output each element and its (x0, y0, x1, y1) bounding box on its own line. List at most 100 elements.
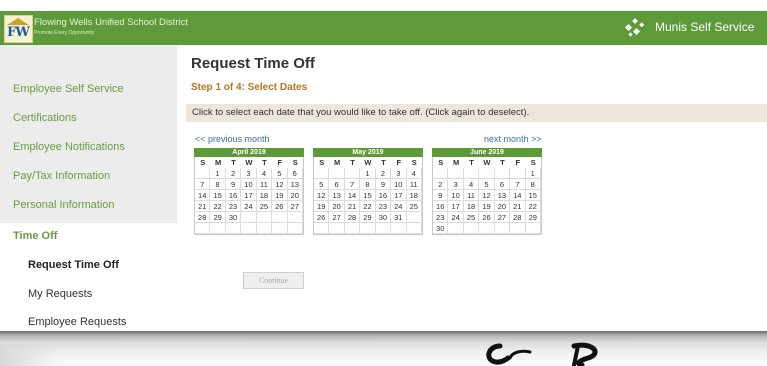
calendar-day-cell[interactable]: 21 (510, 201, 526, 212)
continue-button[interactable]: Continue (243, 272, 304, 289)
calendar-day-cell[interactable]: 4 (463, 179, 480, 190)
calendar-day-cell[interactable]: 14 (195, 190, 211, 201)
calendar-day-cell[interactable]: 5 (272, 168, 288, 179)
calendar-day-cell[interactable]: 18 (406, 190, 422, 201)
calendar-day-cell[interactable]: 12 (314, 190, 330, 201)
calendar-day-cell[interactable]: 28 (344, 212, 361, 223)
calendar-day-cell[interactable]: 8 (525, 179, 541, 190)
calendar-day-cell[interactable]: 22 (525, 201, 541, 212)
calendar-day-cell[interactable]: 9 (225, 179, 242, 190)
calendar-day-cell[interactable]: 28 (195, 212, 211, 223)
calendar-day-cell[interactable]: 6 (329, 179, 345, 190)
calendar-day-cell[interactable]: 2 (433, 179, 449, 190)
calendar-day-cell[interactable]: 2 (225, 168, 242, 179)
calendar-day-cell[interactable]: 30 (433, 223, 449, 234)
calendar-day-cell[interactable]: 27 (494, 212, 511, 223)
calendar-day-cell[interactable]: 7 (344, 179, 361, 190)
calendar-day-cell[interactable]: 8 (210, 179, 226, 190)
calendar-day-cell[interactable]: 5 (479, 179, 495, 190)
calendar-day-cell[interactable]: 17 (391, 190, 407, 201)
calendar-day-cell[interactable]: 12 (479, 190, 495, 201)
calendar-day-cell[interactable]: 15 (525, 190, 541, 201)
calendar-day-cell[interactable]: 21 (195, 201, 211, 212)
district-logo[interactable]: FW (4, 15, 33, 43)
calendar-day-cell[interactable]: 19 (272, 190, 288, 201)
calendar-day-cell[interactable]: 23 (225, 201, 242, 212)
next-month-link[interactable]: next month >> (484, 134, 542, 144)
calendar-day-cell[interactable]: 19 (314, 201, 330, 212)
calendar-day-cell[interactable]: 6 (494, 179, 511, 190)
calendar-day-cell[interactable]: 26 (314, 212, 330, 223)
calendar-day-cell[interactable]: 16 (225, 190, 242, 201)
calendar-day-cell[interactable]: 30 (375, 212, 392, 223)
calendar-day-cell[interactable]: 3 (391, 168, 407, 179)
calendar-day-cell[interactable]: 23 (433, 212, 449, 223)
calendar-day-cell[interactable]: 24 (241, 201, 257, 212)
calendar-day-cell[interactable]: 15 (210, 190, 226, 201)
calendar-day-cell[interactable]: 3 (448, 179, 464, 190)
calendar-day-cell[interactable]: 27 (287, 201, 303, 212)
app-title[interactable]: Munis Self Service (655, 20, 754, 34)
calendar-day-cell[interactable]: 20 (287, 190, 303, 201)
calendar-day-cell[interactable]: 30 (225, 212, 242, 223)
calendar-day-cell[interactable]: 19 (479, 201, 495, 212)
calendar-day-cell[interactable]: 23 (375, 201, 392, 212)
calendar-day-cell[interactable]: 14 (510, 190, 526, 201)
calendar-day-cell[interactable]: 4 (256, 168, 273, 179)
calendar-day-cell[interactable]: 10 (448, 190, 464, 201)
calendar-day-cell[interactable]: 25 (406, 201, 422, 212)
calendar-day-cell[interactable]: 20 (494, 201, 511, 212)
sidebar-item-time-off[interactable]: Time Off (13, 230, 57, 242)
calendar-day-cell[interactable]: 3 (241, 168, 257, 179)
calendar-day-cell[interactable]: 22 (360, 201, 376, 212)
calendar-day-cell[interactable]: 11 (463, 190, 480, 201)
calendar-day-cell[interactable]: 31 (391, 212, 407, 223)
calendar-day-cell[interactable]: 28 (510, 212, 526, 223)
calendar-day-cell[interactable]: 18 (256, 190, 273, 201)
calendar-day-cell[interactable]: 11 (256, 179, 273, 190)
calendar-day-cell[interactable]: 22 (210, 201, 226, 212)
calendar-day-cell[interactable]: 14 (344, 190, 361, 201)
calendar-day-cell[interactable]: 12 (272, 179, 288, 190)
calendar-day-cell[interactable]: 24 (448, 212, 464, 223)
calendar-day-cell[interactable]: 8 (360, 179, 376, 190)
sidebar-item-certifications[interactable]: Certifications (13, 112, 77, 124)
calendar-day-cell[interactable]: 21 (344, 201, 361, 212)
calendar-day-cell[interactable]: 29 (210, 212, 226, 223)
calendar-day-cell[interactable]: 11 (406, 179, 422, 190)
calendar-day-cell[interactable]: 27 (329, 212, 345, 223)
calendar-day-cell[interactable]: 9 (433, 190, 449, 201)
calendar-day-cell[interactable]: 7 (195, 179, 211, 190)
calendar-day-cell[interactable]: 10 (241, 179, 257, 190)
sidebar-subitem-employee-requests[interactable]: Employee Requests (28, 316, 126, 328)
calendar-day-cell[interactable]: 13 (329, 190, 345, 201)
calendar-day-cell[interactable]: 24 (391, 201, 407, 212)
previous-month-link[interactable]: << previous month (195, 134, 270, 144)
calendar-day-cell[interactable]: 13 (287, 179, 303, 190)
calendar-day-cell[interactable]: 1 (360, 168, 376, 179)
sidebar-subitem-request-time-off[interactable]: Request Time Off (28, 259, 119, 271)
sidebar-item-employee-notifications[interactable]: Employee Notifications (13, 141, 125, 153)
calendar-day-cell[interactable]: 1 (525, 168, 541, 179)
calendar-day-cell[interactable]: 10 (391, 179, 407, 190)
calendar-day-cell[interactable]: 17 (448, 201, 464, 212)
calendar-day-cell[interactable]: 6 (287, 168, 303, 179)
calendar-day-cell[interactable]: 20 (329, 201, 345, 212)
sidebar-subitem-my-requests[interactable]: My Requests (28, 288, 92, 300)
calendar-day-cell[interactable]: 18 (463, 201, 480, 212)
calendar-day-cell[interactable]: 1 (210, 168, 226, 179)
calendar-day-cell[interactable]: 15 (360, 190, 376, 201)
calendar-day-cell[interactable]: 17 (241, 190, 257, 201)
sidebar-item-personal-information[interactable]: Personal Information (13, 199, 115, 211)
calendar-day-cell[interactable]: 16 (375, 190, 392, 201)
calendar-day-cell[interactable]: 9 (375, 179, 392, 190)
calendar-day-cell[interactable]: 26 (479, 212, 495, 223)
sidebar-item-pay-tax-information[interactable]: Pay/Tax Information (13, 170, 110, 182)
calendar-day-cell[interactable]: 16 (433, 201, 449, 212)
calendar-day-cell[interactable]: 25 (463, 212, 480, 223)
calendar-day-cell[interactable]: 25 (256, 201, 273, 212)
calendar-day-cell[interactable]: 7 (510, 179, 526, 190)
calendar-day-cell[interactable]: 13 (494, 190, 511, 201)
calendar-day-cell[interactable]: 29 (360, 212, 376, 223)
calendar-day-cell[interactable]: 4 (406, 168, 422, 179)
